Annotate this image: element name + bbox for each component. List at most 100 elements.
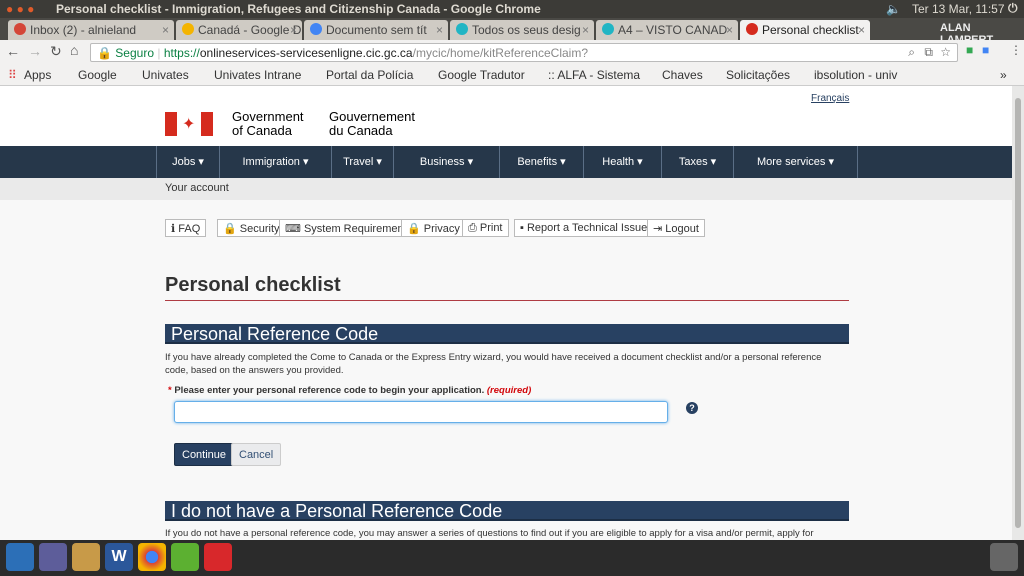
continue-button[interactable]: Continue — [174, 443, 235, 466]
menu-icon[interactable]: ⋮ — [1010, 43, 1022, 57]
drive-icon — [182, 23, 194, 35]
toolbar-button[interactable]: ℹ FAQ — [165, 219, 207, 237]
chevron-down-icon: ▾ — [303, 156, 309, 168]
section-heading-reference-code: Personal Reference Code — [165, 324, 849, 344]
nav-item[interactable]: Benefits ▾ — [500, 146, 584, 178]
comment-icon: ▪ — [520, 222, 524, 234]
browser-tab[interactable]: Todos os seus desig × — [450, 20, 594, 40]
close-tab-icon[interactable]: × — [436, 23, 443, 37]
bookmark-item[interactable]: ibsolution - univ — [814, 68, 897, 82]
chevron-down-icon: ▾ — [710, 156, 717, 168]
url-path: /mycic/home/kitReferenceClaim? — [412, 46, 588, 60]
pdf-reader-icon[interactable] — [204, 543, 232, 571]
word-icon[interactable]: W — [105, 543, 133, 571]
clock[interactable]: Ter 13 Mar, 11:57 — [912, 2, 1005, 16]
tab-label: Personal checklist — [762, 23, 859, 37]
tab-label: Canadá - Google Dr — [198, 23, 302, 37]
nav-item[interactable]: Business ▾ — [394, 146, 500, 178]
lock-icon: 🔒 — [97, 46, 112, 60]
browser-tab[interactable]: Documento sem tít × — [304, 20, 448, 40]
bookmark-item[interactable]: Univates — [142, 68, 189, 82]
bookmarks-bar: Apps Google Univates Univates Intrane Portal… — [0, 64, 1024, 86]
power-icon[interactable]: ⏻ — [1008, 1, 1018, 16]
bookmark-item[interactable]: Univates Intrane — [214, 68, 301, 82]
reference-code-label: * Please enter your personal reference c… — [168, 385, 532, 396]
nav-item[interactable]: Health ▾ — [584, 146, 662, 178]
home-icon[interactable]: ⌂ — [70, 42, 78, 58]
browser-tab[interactable]: A4 – VISTO CANAD × — [596, 20, 738, 40]
tab-strip: Inbox (2) - alnieland × Canadá - Google Dr… — [0, 18, 1024, 46]
bookmark-item[interactable]: Apps — [24, 68, 51, 82]
close-tab-icon[interactable]: × — [582, 23, 589, 37]
close-tab-icon[interactable]: × — [162, 23, 169, 37]
zoom-icon[interactable]: ⌕ — [908, 45, 915, 60]
forward-icon[interactable]: → — [28, 43, 42, 59]
section-heading-no-reference-code: I do not have a Personal Reference Code — [165, 501, 849, 521]
chevron-down-icon: ▾ — [198, 156, 204, 168]
tab-label: A4 – VISTO CANAD — [618, 23, 728, 37]
nav-item[interactable]: Taxes ▾ — [662, 146, 734, 178]
reload-icon[interactable]: ↻ — [50, 43, 62, 60]
browser-tab[interactable]: Inbox (2) - alnieland × — [8, 20, 174, 40]
url-scheme: https:// — [163, 46, 200, 60]
chrome-icon[interactable] — [138, 543, 166, 571]
logout-icon: ⇥ — [653, 223, 663, 235]
gov-wordmark-en[interactable]: Government of Canada — [232, 110, 304, 138]
nav-item[interactable]: Jobs ▾ — [156, 146, 220, 178]
gov-wordmark-fr[interactable]: Gouvernement du Canada — [329, 110, 415, 138]
bookmark-item[interactable]: Google Tradutor — [438, 68, 525, 82]
info-icon: ℹ — [171, 223, 176, 235]
back-icon[interactable]: ← — [6, 43, 20, 59]
docs-icon — [310, 23, 322, 35]
files-icon[interactable] — [72, 543, 100, 571]
extension-icon[interactable]: ■ — [966, 43, 973, 57]
apps-grid-icon[interactable]: ⠿ — [8, 68, 17, 82]
window-title: Personal checklist - Immigration, Refuge… — [56, 2, 541, 16]
bookmark-star-icon[interactable]: ☆ — [940, 45, 951, 59]
site-header: ✦ Government of Canada Gouvernement du Can… — [0, 86, 1012, 146]
help-icon[interactable]: ? — [686, 402, 698, 414]
main-nav: Jobs ▾ Immigration ▾ Travel ▾ Business ▾ Ben… — [0, 146, 1012, 178]
toolbar-button[interactable]: ⌨ System Requirements — [279, 219, 419, 237]
toolbar-button[interactable]: ⇥ Logout — [647, 219, 705, 237]
close-tab-icon[interactable]: × — [726, 23, 733, 37]
chevron-down-icon: ▾ — [467, 156, 474, 168]
nav-item[interactable]: Immigration ▾ — [220, 146, 332, 178]
lock-icon: 🔒 — [223, 223, 237, 235]
workspace-icon[interactable] — [39, 543, 67, 571]
window-controls[interactable]: ● ● ● — [6, 2, 34, 16]
chevron-down-icon: ▾ — [376, 156, 382, 168]
trash-icon[interactable] — [990, 543, 1018, 571]
nav-item[interactable]: More services ▾ — [734, 146, 858, 178]
dash-icon[interactable] — [6, 543, 34, 571]
more-bookmarks-icon[interactable]: » — [1000, 68, 1007, 82]
toolbar-button[interactable]: ⎙ Print — [462, 219, 509, 237]
address-bar[interactable]: 🔒 Seguro | https://onlineservices-servic… — [90, 43, 958, 62]
app-icon[interactable] — [171, 543, 199, 571]
maple-leaf-icon — [746, 23, 758, 35]
volume-icon[interactable]: 🔈 — [886, 2, 901, 16]
toolbar-button[interactable]: 🔒 Security — [217, 219, 286, 237]
breadcrumb[interactable]: Your account — [0, 178, 1012, 200]
language-toggle-link[interactable]: Français — [811, 93, 849, 104]
bookmark-item[interactable]: Google — [78, 68, 117, 82]
toolbar-button[interactable]: 🔒 Privacy — [401, 219, 466, 237]
toolbar-button[interactable]: ▪ Report a Technical Issue — [514, 219, 654, 237]
reference-code-input[interactable] — [174, 401, 668, 423]
translate-icon[interactable]: ⧉ — [924, 45, 933, 60]
browser-tab[interactable]: Personal checklist × — [740, 20, 870, 40]
bookmark-item[interactable]: :: ALFA - Sistema — [548, 68, 640, 82]
nav-item[interactable]: Travel ▾ — [332, 146, 394, 178]
scrollbar[interactable] — [1012, 86, 1024, 540]
bookmark-item[interactable]: Solicitações — [726, 68, 790, 82]
close-tab-icon[interactable]: × — [858, 23, 865, 37]
scrollbar-thumb[interactable] — [1015, 98, 1021, 528]
cancel-button[interactable]: Cancel — [231, 443, 282, 466]
section-description: If you do not have a personal reference … — [165, 528, 814, 539]
translate-extension-icon[interactable]: ■ — [982, 43, 989, 57]
browser-tab[interactable]: Canadá - Google Dr × — [176, 20, 302, 40]
bookmark-item[interactable]: Portal da Polícia — [326, 68, 413, 82]
bookmark-item[interactable]: Chaves — [662, 68, 703, 82]
close-tab-icon[interactable]: × — [290, 23, 297, 37]
title-divider — [165, 300, 849, 301]
